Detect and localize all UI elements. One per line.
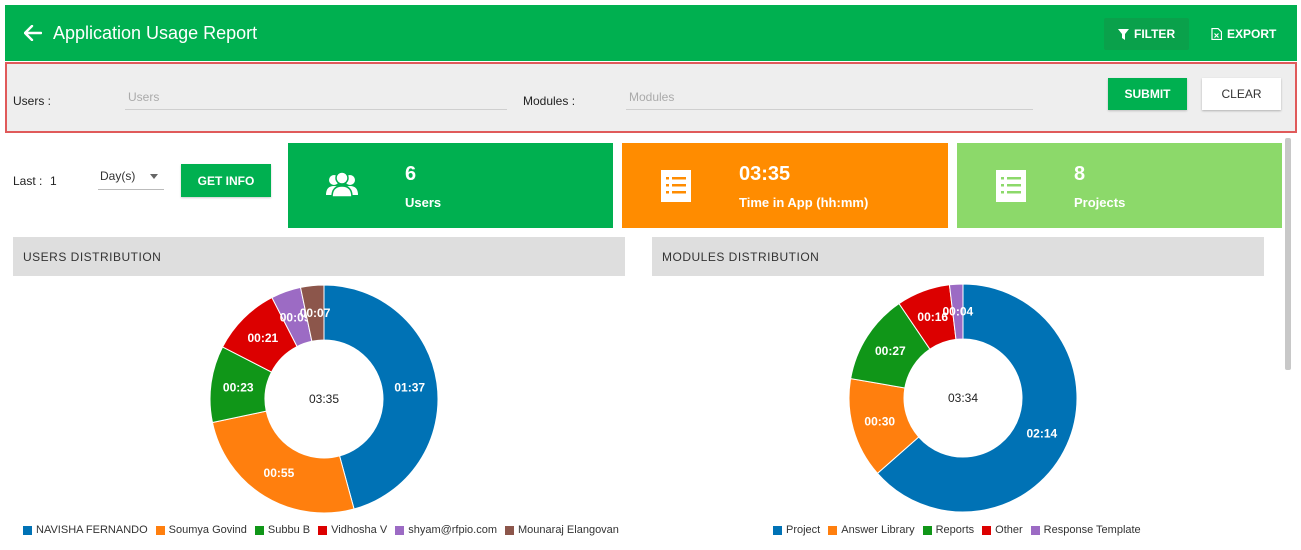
legend-swatch — [773, 525, 782, 535]
vertical-scrollbar[interactable] — [1285, 138, 1291, 370]
legend-label: Vidhosha V — [331, 524, 388, 536]
modules-filter-label: Modules : — [523, 94, 576, 108]
legend-swatch — [1030, 525, 1040, 535]
time-in-app-value: 03:35 — [739, 163, 791, 185]
legend-label: Subbu B — [267, 524, 311, 536]
legend-swatch — [155, 525, 165, 535]
legend-swatch — [395, 525, 405, 535]
users-input[interactable] — [125, 84, 507, 110]
users-chart-legend: NAVISHA FERNANDO Soumya Govind Subbu B Vidh… — [23, 524, 619, 536]
legend-label: Reports — [935, 524, 975, 536]
users-donut-chart: 01:3700:5500:2300:2100:0900:0703:35 — [209, 284, 439, 514]
projects-summary-card: 8 Projects — [957, 143, 1282, 228]
get-info-button[interactable]: GET INFO — [181, 164, 271, 197]
legend-item[interactable]: shyam@rfpio.com — [395, 524, 497, 536]
page-title: Application Usage Report — [53, 22, 258, 43]
slice-data-label: 00:04 — [942, 305, 973, 319]
time-summary-card: 03:35 Time in App (hh:mm) — [622, 143, 948, 228]
users-filter-label: Users : — [13, 94, 52, 108]
legend-item[interactable]: Reports — [922, 524, 975, 536]
projects-card-label: Projects — [1074, 195, 1126, 210]
donut-center-total: 03:34 — [948, 391, 978, 405]
donut-center-total: 03:35 — [309, 392, 339, 406]
slice-data-label: 00:07 — [300, 306, 331, 320]
legend-item[interactable]: Subbu B — [254, 524, 311, 536]
projects-count: 8 — [1074, 163, 1086, 185]
slice-data-label: 00:30 — [864, 415, 895, 429]
filter-icon — [1118, 28, 1129, 40]
slice-data-label: 00:27 — [875, 344, 906, 358]
legend-swatch — [922, 525, 932, 535]
legend-item[interactable]: Project — [773, 524, 820, 536]
slice-data-label: 00:23 — [223, 380, 254, 394]
export-button-label: EXPORT — [1227, 27, 1277, 41]
modules-distribution-header: MODULES DISTRIBUTION — [652, 237, 1264, 276]
last-value-input[interactable]: 1 — [50, 174, 57, 188]
export-button[interactable]: EXPORT — [1197, 18, 1290, 50]
users-count: 6 — [405, 163, 417, 185]
slice-data-label: 01:37 — [394, 380, 425, 394]
donut-slice[interactable] — [211, 410, 355, 514]
slice-data-label: 02:14 — [1026, 427, 1057, 441]
legend-item[interactable]: NAVISHA FERNANDO — [23, 524, 148, 536]
modules-input[interactable] — [626, 84, 1033, 110]
time-card-label: Time in App (hh:mm) — [739, 195, 869, 210]
list-icon — [996, 170, 1026, 202]
users-distribution-header: USERS DISTRIBUTION — [13, 237, 625, 276]
legend-swatch — [505, 525, 515, 535]
users-card-label: Users — [405, 195, 442, 210]
range-unit-select[interactable]: Day(s) — [98, 162, 164, 190]
app-header: Application Usage Report FILTER EXPORT — [5, 5, 1297, 61]
legend-label: NAVISHA FERNANDO — [36, 524, 148, 536]
legend-item[interactable]: Vidhosha V — [318, 524, 387, 536]
legend-swatch — [982, 525, 992, 535]
legend-label: Other — [995, 524, 1023, 536]
users-icon — [326, 171, 358, 198]
submit-button[interactable]: SUBMIT — [1108, 78, 1187, 110]
list-icon — [661, 170, 691, 202]
filter-button[interactable]: FILTER — [1104, 18, 1190, 50]
legend-label: Answer Library — [841, 524, 915, 536]
legend-label: Mounaraj Elangovan — [518, 524, 619, 536]
export-icon — [1211, 28, 1222, 40]
modules-chart-legend: Project Answer Library Reports Other Respons… — [773, 524, 1141, 536]
slice-data-label: 00:55 — [264, 466, 295, 480]
range-unit-value: Day(s) — [100, 168, 136, 183]
last-label: Last : — [13, 174, 43, 188]
legend-label: Soumya Govind — [168, 524, 247, 536]
legend-swatch — [318, 525, 328, 535]
legend-item[interactable]: Soumya Govind — [155, 524, 247, 536]
legend-label: shyam@rfpio.com — [408, 524, 498, 536]
slice-data-label: 00:21 — [247, 331, 278, 345]
filter-panel: Users : Modules : SUBMIT CLEAR — [5, 62, 1297, 133]
legend-label: Project — [786, 524, 821, 536]
legend-label: Response Template — [1043, 524, 1141, 536]
legend-item[interactable]: Other — [982, 524, 1023, 536]
modules-donut-chart: 02:1400:3000:2700:1600:0403:34 — [848, 283, 1078, 513]
chevron-down-icon — [150, 174, 158, 179]
legend-item[interactable]: Answer Library — [828, 524, 915, 536]
clear-button[interactable]: CLEAR — [1202, 78, 1281, 110]
users-summary-card: 6 Users — [288, 143, 613, 228]
legend-swatch — [828, 525, 838, 535]
filter-button-label: FILTER — [1134, 27, 1176, 41]
legend-swatch — [23, 525, 32, 535]
legend-item[interactable]: Mounaraj Elangovan — [505, 524, 619, 536]
legend-item[interactable]: Response Template — [1030, 524, 1141, 536]
legend-swatch — [254, 525, 264, 535]
back-arrow-icon[interactable] — [15, 5, 51, 61]
